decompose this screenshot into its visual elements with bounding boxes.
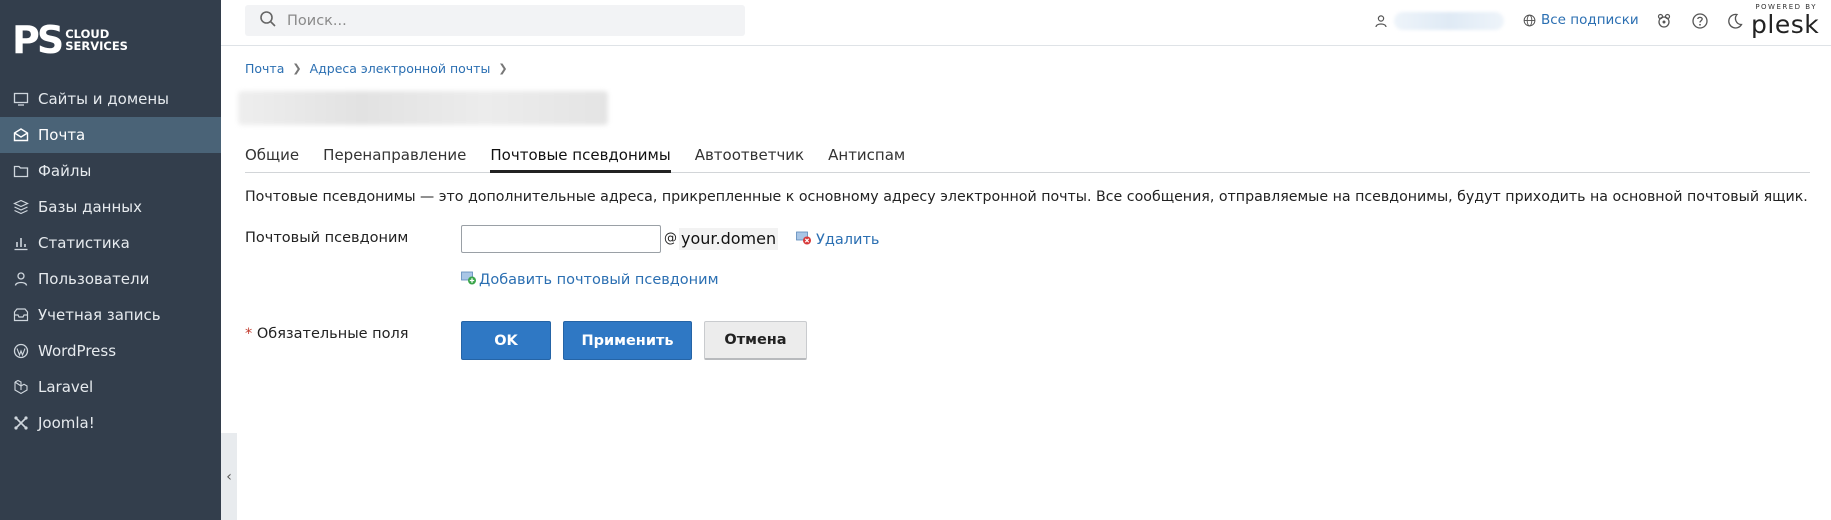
required-fields-label: Обязательные поля: [256, 326, 409, 342]
tab-general[interactable]: Общие: [245, 142, 299, 173]
extensions-icon[interactable]: [1655, 12, 1673, 30]
folder-icon: [13, 163, 29, 179]
sidebar-item-joomla[interactable]: Joomla!: [0, 405, 221, 441]
help-icon[interactable]: [1691, 12, 1709, 30]
sidebar-item-files[interactable]: Файлы: [0, 153, 221, 189]
tab-autoresponder[interactable]: Автоответчик: [695, 142, 804, 173]
delete-alias-label: Удалить: [816, 232, 880, 248]
sidebar: PS CLOUD SERVICES Сайты и домены Почта Ф…: [0, 0, 221, 520]
chevron-right-icon: ❯: [292, 62, 302, 75]
user-profile-icon[interactable]: [1374, 13, 1388, 32]
plesk-brand: plesk: [1751, 10, 1820, 39]
envelope-icon: [13, 127, 29, 143]
wordpress-icon: [13, 343, 29, 359]
aliases-description: Почтовые псевдонимы — это дополнительные…: [245, 189, 1808, 205]
sidebar-item-mail[interactable]: Почта: [0, 117, 221, 153]
breadcrumb-email-addresses[interactable]: Адреса электронной почты: [310, 61, 491, 76]
alias-field-label: Почтовый псевдоним: [245, 230, 409, 246]
sidebar-item-wordpress[interactable]: WordPress: [0, 333, 221, 369]
sidebar-item-label: Базы данных: [38, 198, 142, 216]
sidebar-item-label: Сайты и домены: [38, 90, 170, 108]
sidebar-nav: Сайты и домены Почта Файлы Базы данных С…: [0, 81, 221, 441]
required-fields-note: * Обязательные поля: [245, 326, 409, 342]
sidebar-item-laravel[interactable]: Laravel: [0, 369, 221, 405]
sidebar-item-sites-domains[interactable]: Сайты и домены: [0, 81, 221, 117]
search-box[interactable]: [245, 5, 745, 36]
plesk-logo: POWERED BY plesk: [1751, 3, 1820, 39]
add-alias-link[interactable]: Добавить почтовый псевдоним: [461, 271, 719, 289]
tab-mail-aliases[interactable]: Почтовые псевдонимы: [490, 142, 671, 173]
ok-button[interactable]: OK: [461, 321, 551, 360]
sidebar-item-label: Joomla!: [38, 414, 95, 432]
breadcrumb: Почта ❯ Адреса электронной почты ❯: [245, 61, 516, 76]
sidebar-item-account[interactable]: Учетная запись: [0, 297, 221, 333]
all-subscriptions-link[interactable]: Все подписки: [1523, 12, 1639, 28]
add-alias-label: Добавить почтовый псевдоним: [479, 272, 719, 288]
sidebar-item-label: WordPress: [38, 342, 117, 360]
add-alias-icon: [461, 271, 477, 289]
tab-antispam[interactable]: Антиспам: [828, 142, 905, 173]
alias-domain: your.domen: [679, 228, 779, 250]
database-icon: [13, 199, 29, 215]
page-title-redacted: [238, 91, 608, 125]
dark-mode-moon-icon[interactable]: [1726, 12, 1744, 30]
cancel-button[interactable]: Отмена: [704, 321, 807, 360]
tab-bar: Общие Перенаправление Почтовые псевдоним…: [245, 142, 1810, 173]
at-sign: @: [664, 231, 677, 246]
bar-chart-icon: [13, 235, 29, 251]
monitor-icon: [13, 91, 29, 107]
sidebar-item-users[interactable]: Пользователи: [0, 261, 221, 297]
globe-icon: [1523, 14, 1536, 26]
account-icon: [13, 307, 29, 323]
all-subscriptions-label: Все подписки: [1541, 12, 1639, 28]
sidebar-item-databases[interactable]: Базы данных: [0, 189, 221, 225]
tab-forwarding[interactable]: Перенаправление: [323, 142, 466, 173]
alias-input[interactable]: [461, 225, 661, 253]
delete-alias-link[interactable]: Удалить: [796, 231, 879, 249]
user-name-redacted[interactable]: [1394, 12, 1504, 30]
search-icon: [259, 10, 277, 32]
logo-text: CLOUD SERVICES: [65, 27, 128, 53]
search-input[interactable]: [287, 12, 707, 29]
sidebar-item-label: Laravel: [38, 378, 94, 396]
apply-button[interactable]: Применить: [563, 321, 692, 360]
sidebar-item-label: Почта: [38, 126, 86, 144]
joomla-icon: [13, 415, 29, 431]
sidebar-item-label: Пользователи: [38, 270, 150, 288]
required-star: *: [245, 326, 253, 342]
logo-mark: PS: [12, 18, 64, 62]
ps-cloud-services-logo[interactable]: PS CLOUD SERVICES: [12, 20, 128, 60]
user-icon: [13, 271, 29, 287]
breadcrumb-mail[interactable]: Почта: [245, 61, 284, 76]
sidebar-item-label: Учетная запись: [38, 306, 161, 324]
top-bar: Все подписки POWERED BY plesk: [221, 0, 1831, 46]
sidebar-item-statistics[interactable]: Статистика: [0, 225, 221, 261]
sidebar-collapse-button[interactable]: ‹: [221, 433, 237, 520]
sidebar-item-label: Статистика: [38, 234, 130, 252]
laravel-icon: [13, 379, 29, 395]
remove-alias-icon: [796, 231, 812, 249]
sidebar-item-label: Файлы: [38, 162, 92, 180]
chevron-right-icon: ❯: [498, 62, 508, 75]
